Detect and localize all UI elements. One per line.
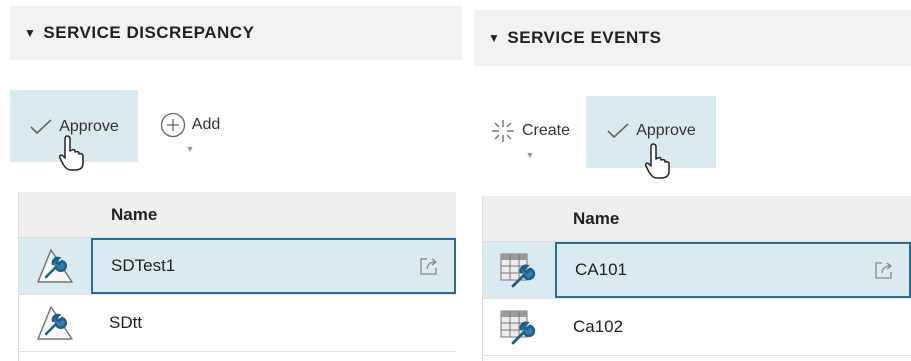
add-button[interactable]: Add ▼	[150, 112, 230, 164]
service-discrepancy-panel: ▼ SERVICE DISCREPANCY Approve Add ▼ Name	[0, 0, 462, 361]
table-wrench-icon	[500, 310, 536, 345]
row-type-cell	[19, 303, 91, 343]
row-type-cell	[19, 246, 91, 286]
plus-circle-icon	[160, 112, 185, 138]
row-name-cell[interactable]: Ca102	[555, 299, 911, 355]
column-header-name[interactable]: Name	[555, 209, 619, 229]
row-name: SDtt	[109, 313, 143, 332]
grid-header-row: Name	[19, 192, 456, 238]
row-name-cell[interactable]: SDtt	[91, 295, 456, 351]
wrench-icon	[37, 249, 73, 283]
approve-button[interactable]: Approve	[586, 96, 716, 168]
table-row[interactable]: CA101	[483, 242, 911, 299]
events-grid: Name CA101 Ca102	[482, 196, 911, 361]
row-name: CA101	[575, 260, 627, 279]
sparkle-create-icon	[491, 120, 514, 142]
approve-button[interactable]: Approve	[10, 90, 138, 162]
collapse-caret-icon[interactable]: ▼	[488, 31, 500, 45]
row-name-cell[interactable]: SDTest1	[91, 238, 456, 294]
checkmark-icon	[607, 123, 629, 139]
panel-title: SERVICE EVENTS	[507, 28, 662, 47]
table-row[interactable]: SDtt	[19, 295, 456, 352]
table-row[interactable]: Ca102	[483, 299, 911, 356]
row-type-cell	[483, 307, 555, 347]
row-name: SDTest1	[111, 256, 176, 275]
approve-label: Approve	[59, 118, 119, 135]
wrench-icon	[37, 306, 73, 340]
row-type-cell	[483, 250, 555, 290]
checkmark-icon	[30, 119, 52, 135]
collapse-caret-icon[interactable]: ▼	[24, 26, 36, 40]
service-events-panel: ▼ SERVICE EVENTS Create ▼ Approve Name C…	[474, 0, 911, 361]
table-row[interactable]: SDTest1	[19, 238, 456, 295]
panel-header[interactable]: ▼ SERVICE DISCREPANCY	[10, 6, 462, 60]
row-name-cell[interactable]: CA101	[555, 242, 911, 298]
open-external-icon[interactable]	[873, 259, 895, 281]
panel-title: SERVICE DISCREPANCY	[43, 23, 255, 42]
row-name: Ca102	[573, 317, 624, 336]
approve-label: Approve	[636, 122, 696, 139]
grid-header-row: Name	[483, 196, 911, 242]
panel-header[interactable]: ▼ SERVICE EVENTS	[474, 10, 911, 66]
create-button[interactable]: Create ▼	[480, 118, 580, 170]
table-wrench-icon	[500, 253, 536, 288]
open-external-icon[interactable]	[418, 255, 440, 277]
create-label: Create	[521, 122, 571, 139]
discrepancy-grid: Name SDTest1 SDtt	[18, 192, 456, 361]
add-label: Add	[191, 116, 221, 133]
column-header-name[interactable]: Name	[91, 205, 157, 225]
chevron-down-icon[interactable]: ▼	[186, 144, 195, 154]
chevron-down-icon[interactable]: ▼	[526, 150, 535, 160]
